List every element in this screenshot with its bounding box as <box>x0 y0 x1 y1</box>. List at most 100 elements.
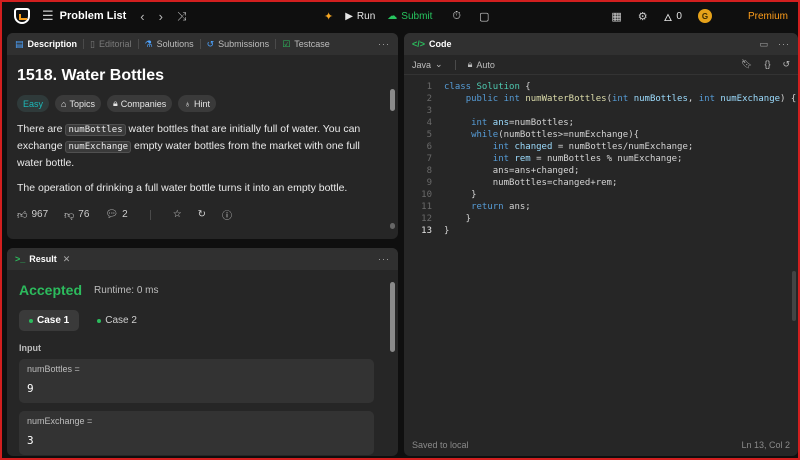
streak-counter[interactable]: 🜂 0 <box>664 6 682 27</box>
code-line: while(numBottles>=numExchange){ <box>471 130 640 140</box>
input-box-numbottles[interactable]: numBottles = 9 <box>19 359 374 403</box>
share-icon[interactable]: ↻ <box>198 209 206 220</box>
code-more-options-icon[interactable]: ··· <box>778 39 790 50</box>
language-select[interactable]: Java ⌄ <box>412 59 443 70</box>
code-numbottles: numBottles <box>65 124 126 136</box>
code-line: } <box>444 190 477 200</box>
code-scrollbar[interactable] <box>792 271 796 321</box>
status-accepted: Accepted <box>19 282 83 298</box>
auto-mode-toggle[interactable]: 🔒︎ Auto <box>468 59 495 70</box>
favorite-star-icon[interactable]: ☆ <box>173 209 182 220</box>
submit-button[interactable]: ☁ Submit <box>387 11 432 22</box>
description-scroll-arrow[interactable] <box>390 223 395 229</box>
tab-editorial[interactable]: ▯ Editorial <box>90 39 131 50</box>
notes-icon[interactable]: ▢ <box>479 10 489 23</box>
tab-code[interactable]: </> Code <box>412 39 452 49</box>
result-body: Accepted Runtime: 0 ms Case 1 Case 2 Inp… <box>7 270 398 456</box>
companies-chip[interactable]: 🔒︎ Companies <box>106 95 173 112</box>
timer-icon[interactable]: ⏱ <box>452 10 461 23</box>
tab-description[interactable]: ▤ Description <box>15 39 77 50</box>
flame-icon: 🜂 <box>663 12 673 24</box>
input-box-numexchange[interactable]: numExchange = 3 <box>19 411 374 455</box>
case-tabs: Case 1 Case 2 <box>19 310 386 331</box>
topics-chip[interactable]: ⌂ Topics <box>55 95 101 112</box>
run-button[interactable]: ▶ Run <box>345 11 375 22</box>
like-button[interactable]: 👍︎ 967 <box>17 209 48 221</box>
code-editor[interactable]: 1 class Solution { 2 public int numWaterB… <box>404 75 798 433</box>
hint-chip[interactable]: ♁ Hint <box>178 95 217 112</box>
chevron-down-icon: ⌄ <box>435 59 443 69</box>
case-1-tab[interactable]: Case 1 <box>19 310 80 331</box>
debug-icon[interactable]: ✦ <box>324 10 333 23</box>
line-number: 13 <box>421 226 432 236</box>
tag-icon: ⌂ <box>61 98 67 109</box>
shuffle-icon[interactable]: ⤨ <box>177 9 187 24</box>
line-number: 3 <box>426 106 432 116</box>
help-icon[interactable]: ⓘ <box>222 207 232 222</box>
code-line: } <box>444 214 472 224</box>
code-line: int ans=numBottles; <box>471 118 575 128</box>
comments-button[interactable]: 💬︎ 2 <box>105 209 127 220</box>
layout-icon[interactable]: ▦ <box>611 10 621 23</box>
tab-solutions[interactable]: ⚗ Solutions <box>145 39 194 50</box>
code-panel: </> Code ▭ ··· Java ⌄ 🔒︎ Auto 🔖︎ {} ↺ 1 c… <box>404 33 798 456</box>
maximize-icon[interactable]: ▭ <box>759 39 768 50</box>
comment-icon: 💬︎ <box>105 209 119 220</box>
code-status-bar: Saved to local Ln 13, Col 2 <box>404 434 798 456</box>
code-brackets-icon: </> <box>412 39 426 49</box>
tab-result[interactable]: >_ Result <box>15 254 57 264</box>
prev-problem-icon[interactable]: ‹ <box>140 9 144 24</box>
more-options-icon[interactable]: ··· <box>378 39 390 49</box>
description-body: 1518. Water Bottles Easy ⌂ Topics 🔒︎ Com… <box>7 55 398 239</box>
close-icon[interactable]: ✕ <box>63 254 71 265</box>
dislike-button[interactable]: 👎︎ 76 <box>64 209 89 221</box>
code-line: int changed = numBottles/numExchange; <box>492 142 694 152</box>
history-icon: ↺ <box>206 38 215 49</box>
lightbulb-icon: ♁ <box>184 98 192 109</box>
line-number: 5 <box>426 130 432 140</box>
next-problem-icon[interactable]: › <box>159 9 163 24</box>
code-line: public int numWaterBottles(int numBottle… <box>465 94 797 104</box>
problem-title: 1518. Water Bottles <box>17 67 165 84</box>
code-header: </> Code ▭ ··· <box>404 33 798 55</box>
bookmark-icon[interactable]: 🔖︎ <box>741 59 752 70</box>
line-number: 6 <box>426 142 432 152</box>
line-number: 1 <box>426 82 432 92</box>
run-submit-group: ✦ ▶ Run ☁ Submit ⏱ ▢ <box>324 2 489 30</box>
code-line: int rem = numBottles % numExchange; <box>492 154 683 164</box>
line-number: 8 <box>426 166 432 176</box>
description-scrollbar[interactable] <box>390 89 395 111</box>
result-scrollbar[interactable] <box>390 282 395 352</box>
settings-gear-icon[interactable]: ⚙ <box>638 10 648 23</box>
flask-icon: ⚗ <box>144 38 153 49</box>
line-number: 12 <box>421 214 432 224</box>
result-tabs: >_ Result ✕ ··· <box>7 248 398 270</box>
code-line: numBottles=changed+rem; <box>444 178 618 188</box>
input-label: Input <box>19 343 41 353</box>
line-number: 4 <box>426 118 432 128</box>
book-icon: ▯ <box>90 38 95 49</box>
tab-submissions[interactable]: ↺ Submissions <box>207 39 270 50</box>
thumbs-up-icon: 👍︎ <box>17 209 28 221</box>
checkbox-icon: ☑ <box>282 38 291 49</box>
saved-status: Saved to local <box>412 440 469 450</box>
problem-list-link[interactable]: Problem List <box>60 10 127 22</box>
problem-list-icon[interactable]: ☰ <box>42 8 54 24</box>
premium-link[interactable]: Premium <box>748 11 788 22</box>
leetcode-logo-icon[interactable] <box>14 8 30 24</box>
case-2-tab[interactable]: Case 2 <box>87 310 147 331</box>
reset-icon[interactable]: ↺ <box>782 59 790 70</box>
pass-dot-icon <box>97 318 102 323</box>
cursor-position: Ln 13, Col 2 <box>741 440 790 450</box>
code-line: return ans; <box>471 202 531 212</box>
description-panel: ▤ Description ▯ Editorial ⚗ Solutions ↺ … <box>7 33 398 239</box>
difficulty-badge: Easy <box>17 95 50 112</box>
tab-testcase[interactable]: ☑ Testcase <box>282 39 330 50</box>
format-braces-icon[interactable]: {} <box>764 59 770 70</box>
line-number: 7 <box>426 154 432 164</box>
result-panel: >_ Result ✕ ··· Accepted Runtime: 0 ms C… <box>7 248 398 456</box>
lock-icon: 🔒︎ <box>467 59 473 69</box>
runtime-text: Runtime: 0 ms <box>94 284 159 296</box>
avatar[interactable]: G <box>697 9 712 23</box>
result-more-options-icon[interactable]: ··· <box>378 254 390 264</box>
